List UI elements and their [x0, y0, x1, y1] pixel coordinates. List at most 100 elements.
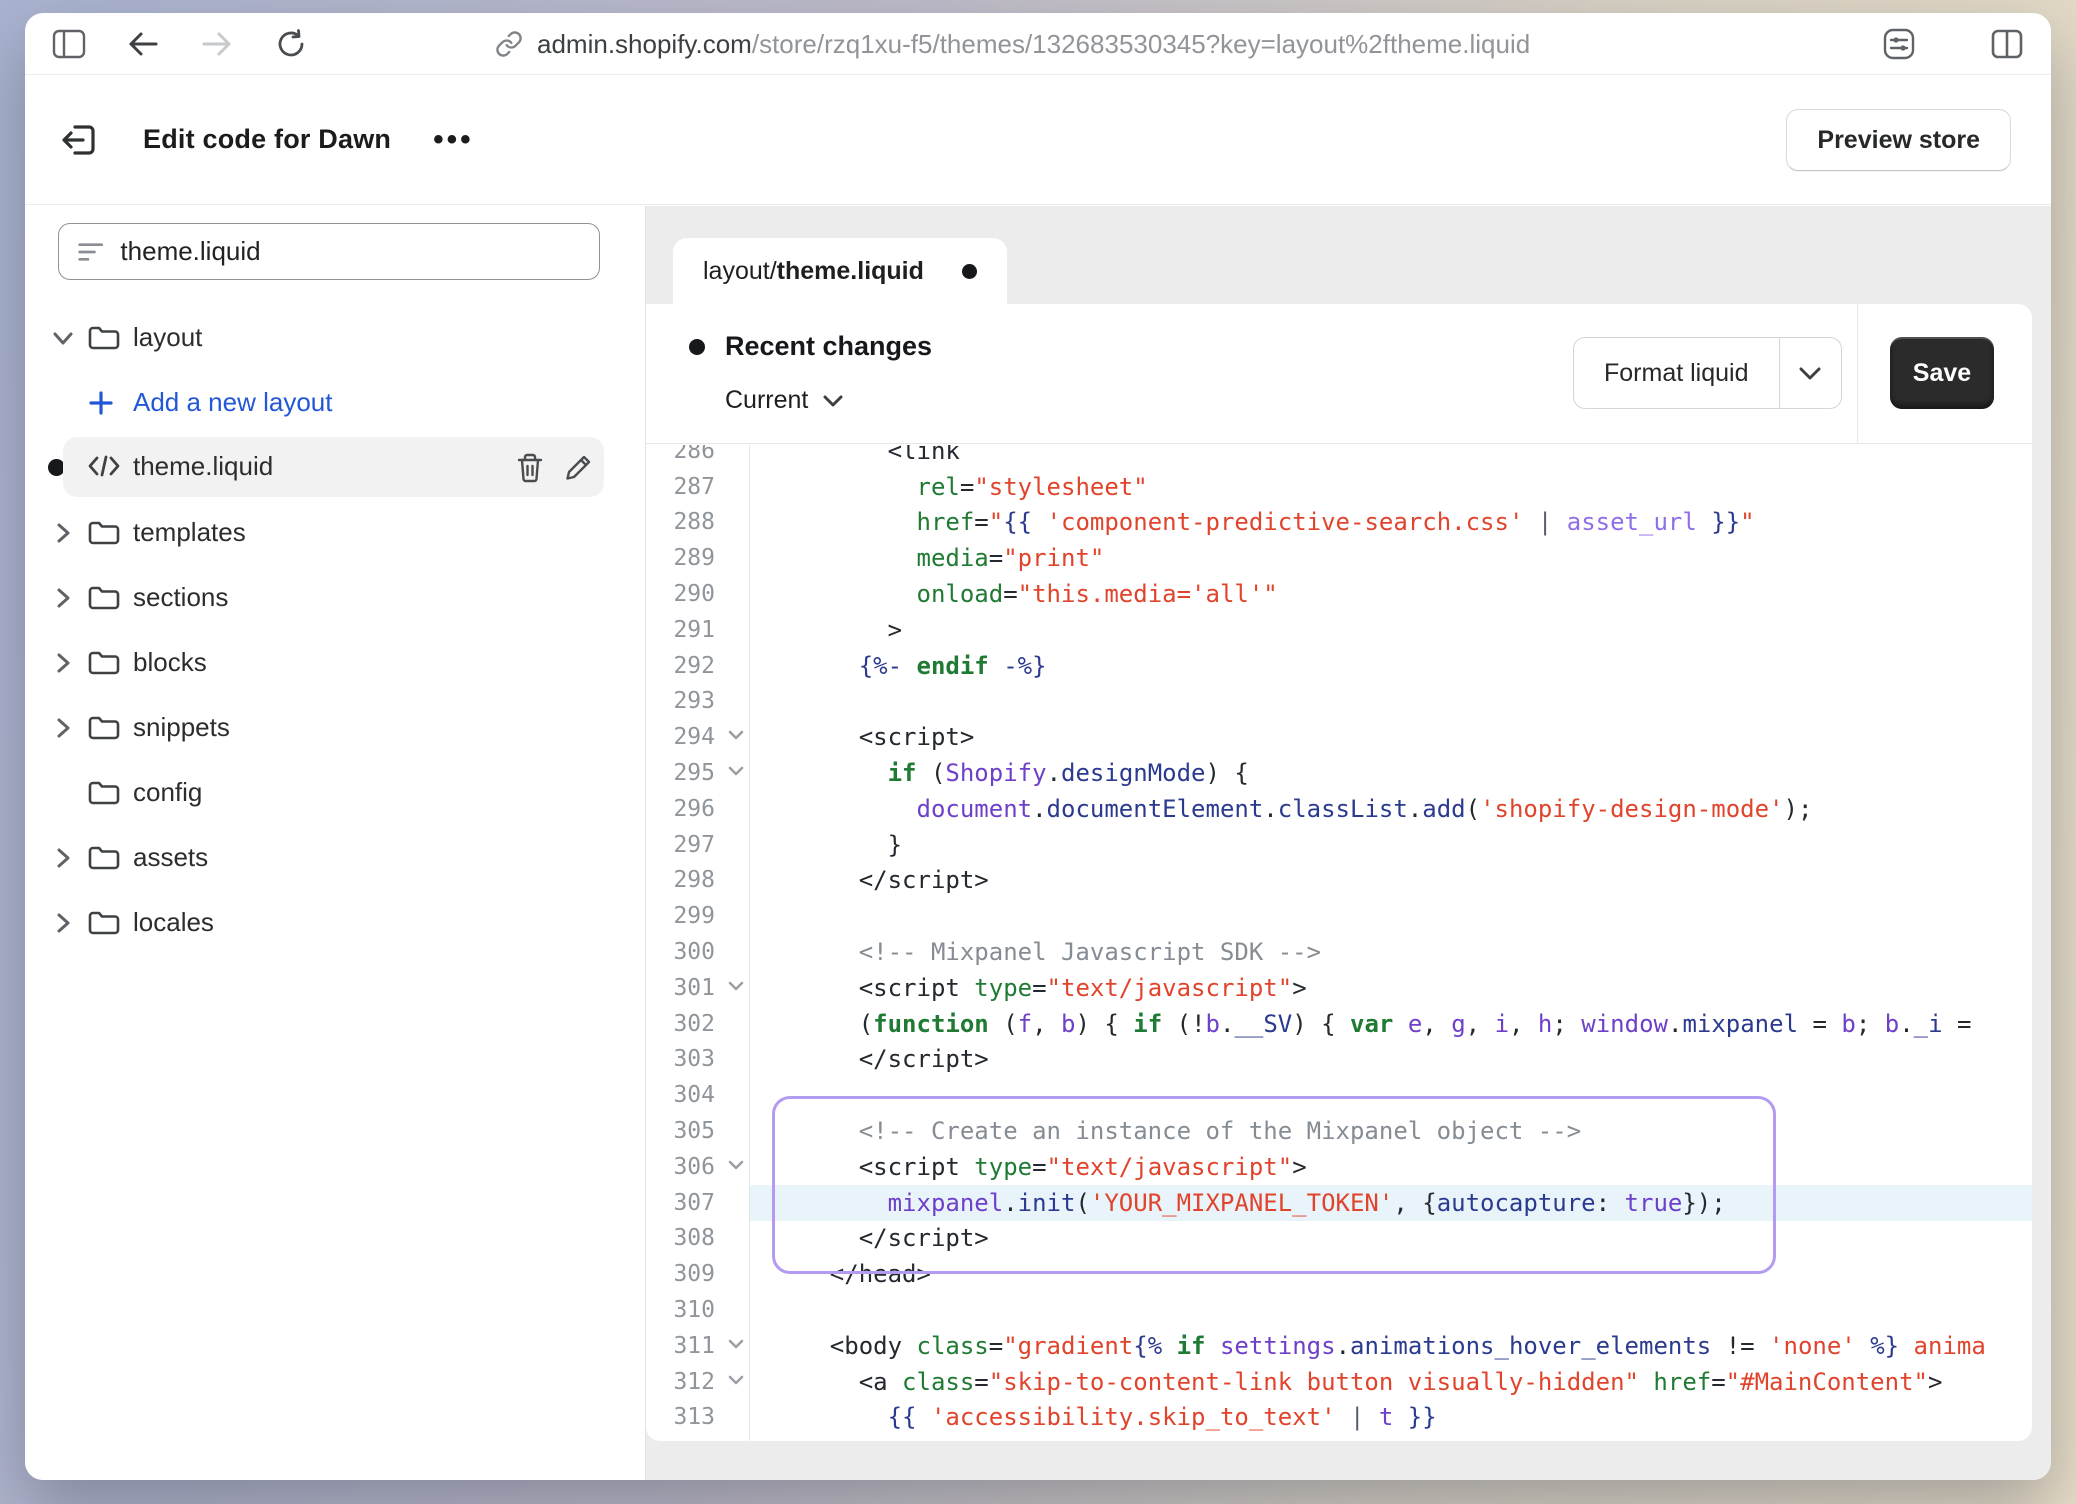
- sidebar-item-config[interactable]: config: [25, 760, 645, 825]
- fold-chevron-icon[interactable]: [727, 729, 745, 741]
- code-text[interactable]: {%- endif -%}: [750, 648, 2032, 684]
- code-line-297[interactable]: 297 }: [646, 827, 2032, 863]
- code-line-306[interactable]: 306 <script type="text/javascript">: [646, 1149, 2032, 1185]
- code-line-294[interactable]: 294 <script>: [646, 719, 2032, 755]
- code-line-314[interactable]: 314 </a>: [646, 1435, 2032, 1441]
- code-line-305[interactable]: 305 <!-- Create an instance of the Mixpa…: [646, 1113, 2032, 1149]
- code-text[interactable]: <script type="text/javascript">: [750, 1149, 2032, 1185]
- code-line-313[interactable]: 313 {{ 'accessibility.skip_to_text' | t …: [646, 1400, 2032, 1436]
- code-text[interactable]: </script>: [750, 863, 2032, 899]
- code-line-286[interactable]: 286 <link: [646, 445, 2032, 469]
- sidebar-item-templates[interactable]: templates: [25, 500, 645, 565]
- code-line-309[interactable]: 309 </head>: [646, 1256, 2032, 1292]
- save-button[interactable]: Save: [1890, 337, 1994, 409]
- code-line-291[interactable]: 291 >: [646, 612, 2032, 648]
- format-liquid-button[interactable]: Format liquid: [1573, 337, 1842, 409]
- code-text[interactable]: document.documentElement.classList.add('…: [750, 791, 2032, 827]
- delete-file-icon[interactable]: [512, 450, 548, 486]
- code-line-301[interactable]: 301 <script type="text/javascript">: [646, 970, 2032, 1006]
- code-line-293[interactable]: 293: [646, 684, 2032, 720]
- fold-chevron-icon[interactable]: [727, 1159, 745, 1171]
- rename-file-icon[interactable]: [560, 450, 596, 486]
- code-line-303[interactable]: 303 </script>: [646, 1042, 2032, 1078]
- code-text[interactable]: href="{{ 'component-predictive-search.cs…: [750, 505, 2032, 541]
- code-line-296[interactable]: 296 document.documentElement.classList.a…: [646, 791, 2032, 827]
- code-text[interactable]: {{ 'accessibility.skip_to_text' | t }}: [750, 1400, 2032, 1436]
- code-text[interactable]: </script>: [750, 1042, 2032, 1078]
- code-text[interactable]: </a>: [750, 1435, 2032, 1441]
- code-text[interactable]: </head>: [750, 1256, 2032, 1292]
- code-text[interactable]: <body class="gradient{% if settings.anim…: [750, 1328, 2032, 1364]
- code-line-308[interactable]: 308 </script>: [646, 1221, 2032, 1257]
- sidebar-item-layout[interactable]: layout: [25, 305, 645, 370]
- fold-chevron-icon[interactable]: [727, 1338, 745, 1350]
- address-bar[interactable]: admin.shopify.com/store/rzq1xu-f5/themes…: [495, 13, 1530, 75]
- preview-store-button[interactable]: Preview store: [1786, 109, 2011, 171]
- split-view-icon[interactable]: [1985, 22, 2029, 66]
- sidebar-item-snippets[interactable]: snippets: [25, 695, 645, 760]
- code-line-287[interactable]: 287 rel="stylesheet": [646, 469, 2032, 505]
- code-line-300[interactable]: 300 <!-- Mixpanel Javascript SDK -->: [646, 934, 2032, 970]
- fold-chevron-icon[interactable]: [727, 765, 745, 777]
- code-line-295[interactable]: 295 if (Shopify.designMode) {: [646, 755, 2032, 791]
- code-line-312[interactable]: 312 <a class="skip-to-content-link butto…: [646, 1364, 2032, 1400]
- sidebar-item-sections[interactable]: sections: [25, 565, 645, 630]
- chevron-right-icon[interactable]: [48, 845, 78, 871]
- back-icon[interactable]: [121, 22, 165, 66]
- code-text[interactable]: rel="stylesheet": [750, 469, 2032, 505]
- code-line-299[interactable]: 299: [646, 898, 2032, 934]
- sidebar-item-blocks[interactable]: blocks: [25, 630, 645, 695]
- code-line-288[interactable]: 288 href="{{ 'component-predictive-searc…: [646, 505, 2032, 541]
- code-text[interactable]: (function (f, b) { if (!b.__SV) { var e,…: [750, 1006, 2032, 1042]
- code-text[interactable]: [750, 1292, 2032, 1328]
- file-theme-liquid[interactable]: theme.liquid: [63, 437, 604, 497]
- add-new-layout-link[interactable]: Add a new layout: [25, 370, 645, 435]
- fold-chevron-icon[interactable]: [727, 980, 745, 992]
- code-line-290[interactable]: 290 onload="this.media='all'": [646, 576, 2032, 612]
- code-text[interactable]: onload="this.media='all'": [750, 576, 2032, 612]
- format-liquid-caret[interactable]: [1779, 338, 1841, 408]
- code-text[interactable]: [750, 684, 2032, 720]
- code-text[interactable]: }: [750, 827, 2032, 863]
- chevron-right-icon[interactable]: [48, 585, 78, 611]
- chevron-right-icon[interactable]: [48, 910, 78, 936]
- code-text[interactable]: mixpanel.init('YOUR_MIXPANEL_TOKEN', {au…: [750, 1185, 2032, 1221]
- code-line-304[interactable]: 304: [646, 1077, 2032, 1113]
- code-text[interactable]: media="print": [750, 540, 2032, 576]
- code-text[interactable]: <script>: [750, 719, 2032, 755]
- code-text[interactable]: <link: [750, 445, 2032, 469]
- code-line-298[interactable]: 298 </script>: [646, 863, 2032, 899]
- code-editor[interactable]: 286 <link287 rel="stylesheet"288 href="{…: [646, 445, 2032, 1441]
- more-actions-icon[interactable]: •••: [433, 123, 474, 157]
- fold-chevron-icon[interactable]: [727, 1374, 745, 1386]
- code-text[interactable]: <!-- Mixpanel Javascript SDK -->: [750, 934, 2032, 970]
- extensions-icon[interactable]: [1877, 22, 1921, 66]
- code-line-292[interactable]: 292 {%- endif -%}: [646, 648, 2032, 684]
- exit-editor-icon[interactable]: [57, 117, 103, 163]
- code-text[interactable]: <script type="text/javascript">: [750, 970, 2032, 1006]
- chevron-right-icon[interactable]: [48, 650, 78, 676]
- code-line-289[interactable]: 289 media="print": [646, 540, 2032, 576]
- chevron-right-icon[interactable]: [48, 520, 78, 546]
- code-text[interactable]: [750, 898, 2032, 934]
- code-line-311[interactable]: 311 <body class="gradient{% if settings.…: [646, 1328, 2032, 1364]
- forward-icon[interactable]: [195, 22, 239, 66]
- code-text[interactable]: [750, 1077, 2032, 1113]
- code-text[interactable]: <!-- Create an instance of the Mixpanel …: [750, 1113, 2032, 1149]
- file-search[interactable]: [58, 223, 600, 280]
- reload-icon[interactable]: [269, 22, 313, 66]
- version-dropdown[interactable]: Current: [725, 386, 844, 415]
- code-text[interactable]: <a class="skip-to-content-link button vi…: [750, 1364, 2032, 1400]
- tab-theme-liquid[interactable]: layout/theme.liquid: [673, 238, 1007, 304]
- code-line-302[interactable]: 302 (function (f, b) { if (!b.__SV) { va…: [646, 1006, 2032, 1042]
- sidebar-item-locales[interactable]: locales: [25, 890, 645, 955]
- chevron-right-icon[interactable]: [48, 715, 78, 741]
- code-text[interactable]: </script>: [750, 1221, 2032, 1257]
- code-text[interactable]: if (Shopify.designMode) {: [750, 755, 2032, 791]
- chevron-down-icon[interactable]: [48, 329, 78, 347]
- code-text[interactable]: >: [750, 612, 2032, 648]
- sidebar-item-assets[interactable]: assets: [25, 825, 645, 890]
- code-line-307[interactable]: 307 mixpanel.init('YOUR_MIXPANEL_TOKEN',…: [646, 1185, 2032, 1221]
- search-input[interactable]: [120, 236, 581, 267]
- code-line-310[interactable]: 310: [646, 1292, 2032, 1328]
